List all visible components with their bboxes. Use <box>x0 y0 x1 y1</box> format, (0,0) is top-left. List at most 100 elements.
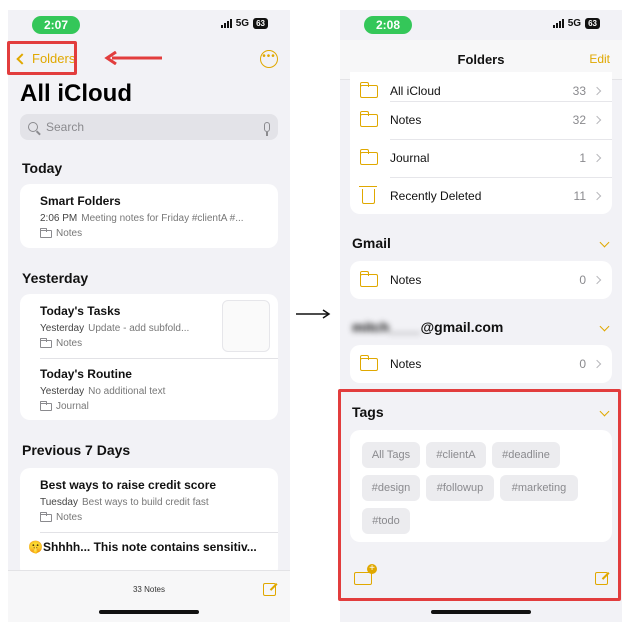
ellipsis-circle-icon[interactable]: ••• <box>260 50 278 68</box>
network-label: 5G <box>567 18 582 29</box>
gmail-folders-card: Notes 0 <box>350 261 612 299</box>
signal-icon <box>552 19 564 28</box>
tag-chip[interactable]: #todo <box>362 508 410 534</box>
annotation-arrow-icon <box>104 51 162 65</box>
note-preview: Update - add subfold... <box>88 323 190 334</box>
folder-icon <box>40 400 52 411</box>
bottom-toolbar: 33 Notes <box>8 570 290 622</box>
status-bar: 2:08 5G 63 <box>340 10 622 40</box>
right-phone-screen: 2:08 5G 63 Folders Edit All iCloud 33 No… <box>340 10 622 622</box>
home-indicator <box>431 610 531 614</box>
note-time: 2:06 PM <box>40 213 78 224</box>
signal-icon <box>220 19 232 28</box>
left-phone-screen: 2:07 5G 63 Folders ••• All iCloud Search… <box>8 10 290 622</box>
chevron-right-icon <box>592 115 602 125</box>
folder-icon <box>40 337 52 348</box>
chevron-right-icon <box>592 275 602 285</box>
other-account-folders-card: Notes 0 <box>350 345 612 383</box>
note-item[interactable]: Best ways to raise credit score Tuesday B… <box>40 478 270 523</box>
header-title: Folders <box>457 52 505 67</box>
folder-row-gmail-notes[interactable]: Notes 0 <box>350 261 612 299</box>
folder-label: Notes <box>390 357 422 371</box>
note-preview: Meeting notes for Friday #clientA #... <box>81 213 244 224</box>
folder-icon <box>40 227 52 238</box>
notes-card-today: Smart Folders 2:06 PM Meeting notes for F… <box>20 184 278 248</box>
battery-icon: 63 <box>585 18 600 29</box>
folder-row-recently-deleted[interactable]: Recently Deleted 11 <box>350 177 612 215</box>
chevron-right-icon <box>592 359 602 369</box>
note-title: 🤫Shhhh... This note contains sensitiv... <box>28 540 257 554</box>
note-item[interactable]: Today's Routine Yesterday No additional t… <box>40 367 270 412</box>
tag-chip[interactable]: #design <box>362 475 420 501</box>
chevron-down-icon[interactable] <box>599 237 610 248</box>
folder-label: All iCloud <box>390 84 441 98</box>
note-item[interactable]: 🤫Shhhh... This note contains sensitiv... <box>28 540 270 554</box>
search-icon <box>28 122 38 132</box>
compose-icon[interactable] <box>595 572 608 585</box>
chevron-down-icon[interactable] <box>599 321 610 332</box>
chevron-down-icon[interactable] <box>599 406 610 417</box>
microphone-icon[interactable] <box>264 122 270 136</box>
note-preview: No additional text <box>88 386 166 397</box>
tag-chip[interactable]: All Tags <box>362 442 420 468</box>
note-item[interactable]: Today's Tasks Yesterday Update - add subf… <box>40 304 212 349</box>
status-time: 2:07 <box>32 16 80 34</box>
tags-card: All Tags #clientA #deadline #design #fol… <box>350 430 612 542</box>
note-folder: Notes <box>56 338 83 349</box>
folder-count: 0 <box>579 273 586 287</box>
battery-icon: 63 <box>253 18 268 29</box>
notes-card-yesterday: Today's Tasks Yesterday Update - add subf… <box>20 294 278 420</box>
new-folder-icon[interactable] <box>354 564 377 585</box>
folder-count: 32 <box>572 113 586 127</box>
note-item[interactable]: Smart Folders 2:06 PM Meeting notes for F… <box>40 194 270 239</box>
search-field[interactable]: Search <box>20 114 278 140</box>
folder-label: Notes <box>390 113 422 127</box>
folder-icon <box>359 81 378 98</box>
tag-chip[interactable]: #followup <box>426 475 494 501</box>
note-title: Today's Tasks <box>40 304 121 318</box>
email-domain: @gmail.com <box>420 319 504 335</box>
transition-arrow-icon <box>296 309 331 319</box>
tag-chip[interactable]: #marketing <box>500 475 578 501</box>
section-heading-today: Today <box>22 160 63 176</box>
note-thumbnail <box>222 300 270 352</box>
notes-card-previous: Best ways to raise credit score Tuesday B… <box>20 468 278 578</box>
note-time: Tuesday <box>40 497 78 508</box>
folder-count: 0 <box>579 357 586 371</box>
folder-count: 1 <box>579 151 586 165</box>
folder-row-notes[interactable]: Notes 32 <box>350 101 612 139</box>
folder-icon <box>359 148 378 165</box>
folder-count: 33 <box>572 84 586 98</box>
folder-icon <box>359 270 378 287</box>
chevron-right-icon <box>592 86 602 96</box>
chevron-right-icon <box>592 191 602 201</box>
icloud-folders-card: All iCloud 33 Notes 32 Journal 1 Recentl… <box>350 72 612 214</box>
page-title: All iCloud <box>20 80 132 107</box>
note-title: Best ways to raise credit score <box>40 478 217 492</box>
folder-row-other-notes[interactable]: Notes 0 <box>350 345 612 383</box>
home-indicator <box>99 610 199 614</box>
divider <box>40 532 278 533</box>
group-heading-tags[interactable]: Tags <box>352 404 384 420</box>
note-time: Yesterday <box>40 386 85 397</box>
note-folder: Journal <box>56 401 89 412</box>
note-title: Today's Routine <box>40 367 132 381</box>
notes-count: 33 Notes <box>132 585 166 594</box>
trash-icon <box>359 185 377 204</box>
folder-count: 11 <box>573 189 586 203</box>
divider <box>40 358 278 359</box>
search-input[interactable]: Search <box>46 120 264 134</box>
note-folder: Notes <box>56 228 83 239</box>
section-heading-yesterday: Yesterday <box>22 270 89 286</box>
group-heading-gmail[interactable]: Gmail <box>352 235 391 251</box>
folder-icon <box>40 511 52 522</box>
folder-icon <box>359 110 378 127</box>
tag-chip[interactable]: #clientA <box>426 442 486 468</box>
edit-button[interactable]: Edit <box>589 52 610 66</box>
group-heading-other-account[interactable]: mitch____@gmail.com <box>352 319 503 335</box>
compose-icon[interactable] <box>263 583 276 596</box>
network-label: 5G <box>235 18 250 29</box>
folder-row-journal[interactable]: Journal 1 <box>350 139 612 177</box>
folder-label: Notes <box>390 273 422 287</box>
tag-chip[interactable]: #deadline <box>492 442 560 468</box>
